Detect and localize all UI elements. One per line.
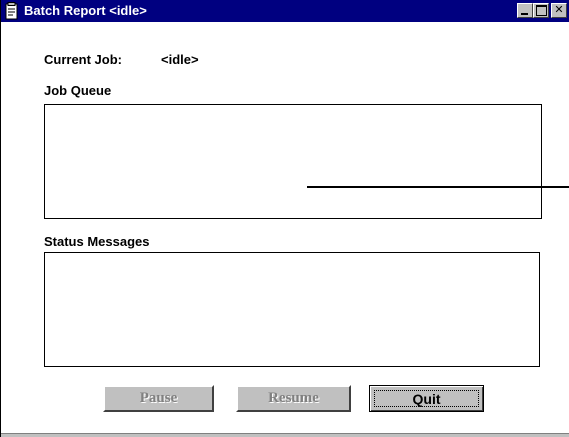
batch-report-window: Batch Report <idle> ✕ Current Job: <idle… <box>0 0 569 437</box>
maximize-button[interactable] <box>533 3 549 18</box>
window-bottom-edge <box>1 433 569 437</box>
quit-button[interactable]: Quit <box>369 385 484 412</box>
quit-button-label: Quit <box>374 390 479 407</box>
status-messages-label: Status Messages <box>44 234 150 249</box>
job-queue-label: Job Queue <box>44 83 112 98</box>
title-bar[interactable]: Batch Report <idle> ✕ <box>1 0 569 22</box>
resume-button[interactable]: Resume <box>236 385 351 412</box>
minimize-icon <box>521 13 528 15</box>
current-job-label: Current Job: <box>44 52 122 67</box>
report-icon[interactable] <box>4 2 20 20</box>
minimize-button[interactable] <box>517 3 533 18</box>
pause-button[interactable]: Pause <box>103 385 214 412</box>
status-messages-list[interactable] <box>44 252 540 367</box>
current-job-value: <idle> <box>161 52 199 67</box>
close-button[interactable]: ✕ <box>551 3 567 18</box>
window-title: Batch Report <idle> <box>24 3 147 18</box>
annotation-line <box>307 186 569 188</box>
close-icon: ✕ <box>554 4 564 16</box>
maximize-icon <box>536 5 547 16</box>
job-queue-list[interactable] <box>44 104 542 219</box>
